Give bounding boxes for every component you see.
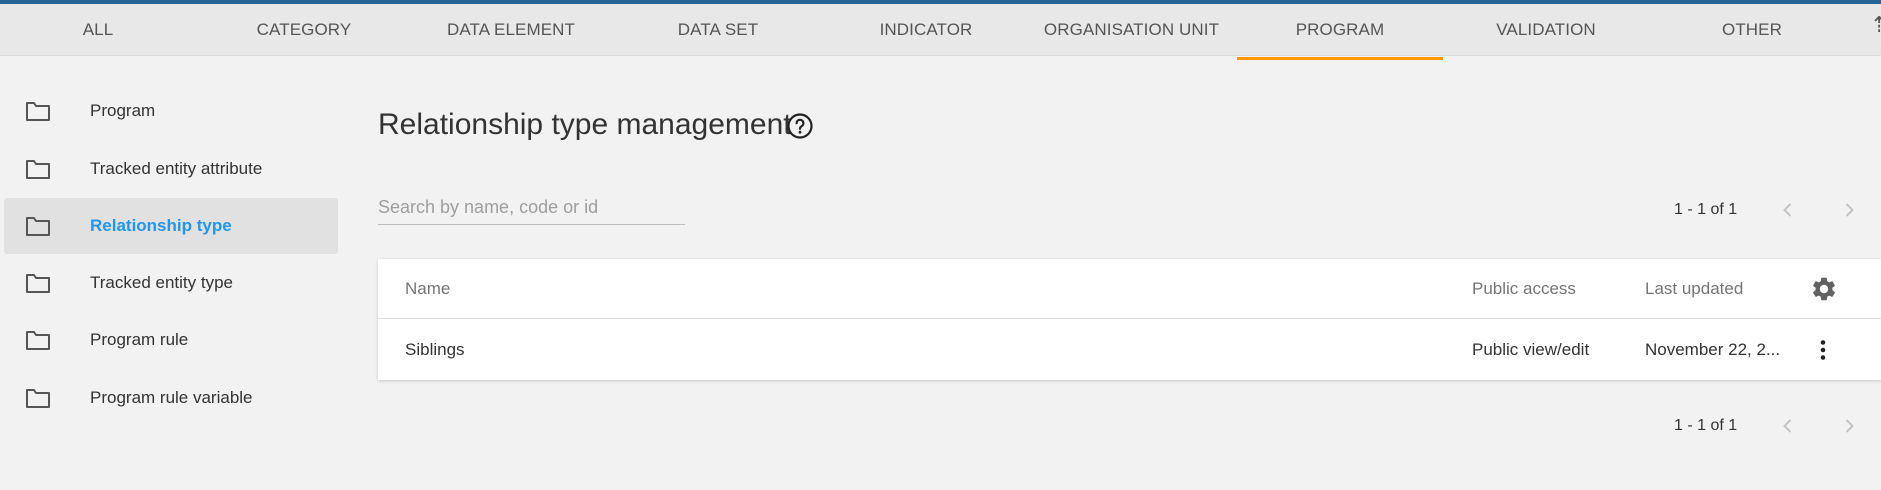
sidebar-item-label: Program bbox=[90, 101, 156, 120]
cell-name: Siblings bbox=[405, 339, 465, 359]
chevron-left-icon[interactable] bbox=[1777, 415, 1799, 437]
tab-other[interactable]: OTHER bbox=[1649, 4, 1855, 56]
cell-public-access: Public view/edit bbox=[1472, 339, 1590, 359]
sidebar-item-relationship-type[interactable]: Relationship type bbox=[4, 198, 338, 254]
folder-icon bbox=[26, 160, 50, 179]
tab-all[interactable]: ALL bbox=[0, 4, 196, 56]
tab-organisation-unit[interactable]: ORGANISATION UNIT bbox=[1026, 4, 1237, 56]
help-circle-icon[interactable] bbox=[786, 112, 814, 140]
page-title: Relationship type management bbox=[378, 108, 792, 141]
tab-category[interactable]: CATEGORY bbox=[196, 4, 412, 56]
folder-icon bbox=[26, 331, 50, 350]
sidebar-item-tracked-entity-attribute[interactable]: Tracked entity attribute bbox=[4, 141, 338, 197]
sidebar: Program Tracked entity attribute Relatio… bbox=[0, 56, 344, 490]
search-input[interactable] bbox=[378, 191, 685, 225]
pagination-count: 1 - 1 of 1 bbox=[1674, 417, 1738, 434]
pagination-bottom: 1 - 1 of 1 bbox=[1674, 411, 1881, 441]
sidebar-item-program-rule[interactable]: Program rule bbox=[4, 312, 338, 368]
tab-validation[interactable]: VALIDATION bbox=[1443, 4, 1649, 56]
folder-icon bbox=[26, 274, 50, 293]
main-content: Relationship type management 1 - 1 of 1 … bbox=[378, 56, 1881, 490]
sidebar-item-label: Program rule variable bbox=[90, 388, 253, 407]
data-table: Name Public access Last updated Siblings… bbox=[378, 259, 1881, 380]
sidebar-item-program[interactable]: Program bbox=[4, 83, 338, 139]
folder-icon bbox=[26, 217, 50, 236]
sidebar-item-program-rule-variable[interactable]: Program rule variable bbox=[4, 370, 338, 426]
pagination-top: 1 - 1 of 1 bbox=[1674, 195, 1881, 225]
overflow-icon[interactable]: ⇡ bbox=[1870, 12, 1881, 38]
chevron-right-icon[interactable] bbox=[1838, 199, 1860, 221]
tab-data-element[interactable]: DATA ELEMENT bbox=[412, 4, 610, 56]
folder-icon bbox=[26, 102, 50, 121]
chevron-left-icon[interactable] bbox=[1777, 199, 1799, 221]
sidebar-item-tracked-entity-type[interactable]: Tracked entity type bbox=[4, 255, 338, 311]
sidebar-item-label: Tracked entity attribute bbox=[90, 159, 263, 178]
tab-indicator[interactable]: INDICATOR bbox=[826, 4, 1026, 56]
folder-icon bbox=[26, 389, 50, 408]
table-row[interactable]: Siblings Public view/edit November 22, 2… bbox=[378, 319, 1881, 380]
tab-program[interactable]: PROGRAM bbox=[1237, 4, 1443, 56]
more-vert-icon[interactable] bbox=[1810, 337, 1836, 363]
column-header-last-updated[interactable]: Last updated bbox=[1645, 259, 1795, 318]
sidebar-item-label: Program rule bbox=[90, 330, 189, 349]
column-header-name[interactable]: Name bbox=[405, 259, 705, 318]
cell-last-updated: November 22, 2... bbox=[1645, 339, 1781, 359]
section-tabs: ALL CATEGORY DATA ELEMENT DATA SET INDIC… bbox=[0, 4, 1881, 60]
sidebar-item-label: Relationship type bbox=[90, 216, 232, 235]
table-header: Name Public access Last updated bbox=[378, 259, 1881, 319]
column-header-public-access[interactable]: Public access bbox=[1472, 259, 1632, 318]
gear-icon[interactable] bbox=[1810, 275, 1838, 303]
pagination-count: 1 - 1 of 1 bbox=[1674, 201, 1738, 218]
chevron-right-icon[interactable] bbox=[1838, 415, 1860, 437]
sidebar-item-label: Tracked entity type bbox=[90, 273, 233, 292]
tab-data-set[interactable]: DATA SET bbox=[610, 4, 826, 56]
